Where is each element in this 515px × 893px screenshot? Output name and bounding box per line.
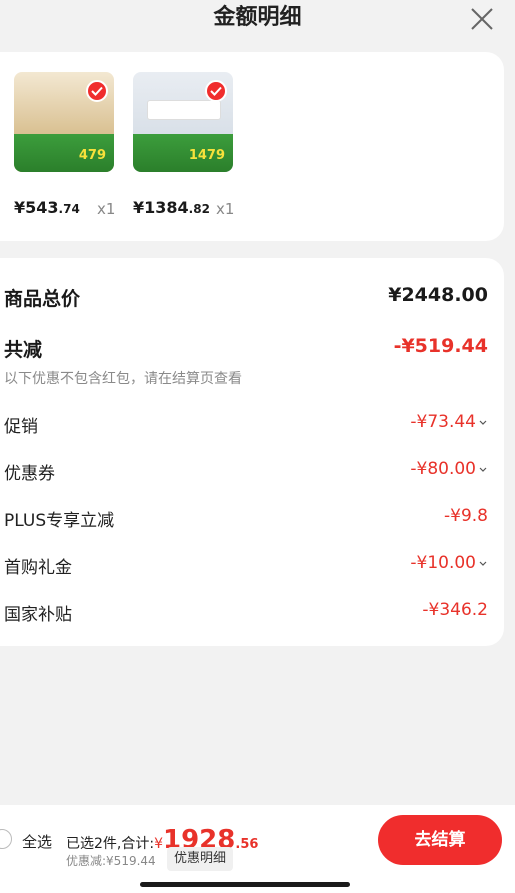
select-all-radio[interactable] — [0, 829, 12, 849]
discount-value: -¥73.44 — [410, 412, 488, 432]
product-price-2: ¥1384.82 — [133, 198, 210, 217]
discount-note: 以下优惠不包含红包，请在结算页查看 — [4, 371, 242, 387]
chevron-down-icon — [479, 561, 487, 566]
price-integer: ¥543 — [14, 198, 59, 217]
discount-label: 优惠券 — [4, 464, 55, 484]
total-decimal: .56 — [235, 837, 259, 852]
product-ad-price: 1479 — [188, 148, 225, 163]
select-all-label[interactable]: 全选 — [22, 831, 52, 852]
products-card: 479 ¥543.74 x1 1479 ¥1384.82 x1 — [0, 52, 504, 241]
discount-label: 促销 — [4, 417, 38, 437]
product-qty-2: x1 — [216, 200, 235, 218]
price-decimal: .74 — [58, 202, 80, 216]
total-price-value: ¥2448.00 — [388, 284, 488, 306]
close-icon[interactable] — [469, 6, 495, 32]
aircon-unit-shape — [147, 100, 221, 120]
total-reduce-label: 共减 — [4, 339, 43, 361]
checkout-button[interactable]: 去结算 — [378, 815, 502, 865]
product-image-2[interactable]: 1479 — [133, 72, 233, 172]
selected-check-icon[interactable] — [205, 80, 227, 102]
discount-amount: -¥346.2 — [422, 600, 488, 620]
checkout-bar: 全选 已选2件,合计:¥1928.56 优惠减:¥519.44 优惠明细 去结算 — [0, 805, 515, 893]
product-image-1[interactable]: 479 — [14, 72, 114, 172]
total-price-label: 商品总价 — [4, 288, 81, 310]
chevron-down-icon — [479, 467, 487, 472]
discount-amount: -¥10.00 — [410, 553, 476, 573]
discount-amount: -¥73.44 — [410, 412, 476, 432]
product-ad-price: 479 — [78, 148, 106, 163]
home-indicator — [140, 882, 350, 887]
selected-count: 已选2件,合计: — [66, 836, 155, 852]
discount-amount: -¥80.00 — [410, 459, 476, 479]
discount-label: 首购礼金 — [4, 558, 72, 578]
price-integer: ¥1384 — [133, 198, 189, 217]
chevron-down-icon — [479, 420, 487, 425]
price-decimal: .82 — [188, 202, 210, 216]
product-qty-1: x1 — [97, 200, 116, 218]
product-price-1: ¥543.74 — [14, 198, 80, 217]
price-details-card: 商品总价 ¥2448.00 共减 -¥519.44 以下优惠不包含红包，请在结算… — [0, 258, 504, 646]
discount-summary: 优惠减:¥519.44 — [66, 854, 156, 868]
discount-amount: -¥9.8 — [444, 506, 488, 526]
discount-value: -¥10.00 — [410, 553, 488, 573]
discount-detail-button[interactable]: 优惠明细 — [167, 847, 233, 871]
discount-label: 国家补贴 — [4, 605, 72, 625]
currency-symbol: ¥ — [154, 836, 163, 852]
page-title: 金额明细 — [213, 5, 302, 30]
discount-label: PLUS专享立减 — [4, 511, 115, 531]
total-reduce-value: -¥519.44 — [393, 335, 488, 357]
selected-check-icon[interactable] — [86, 80, 108, 102]
discount-value: -¥80.00 — [410, 459, 488, 479]
